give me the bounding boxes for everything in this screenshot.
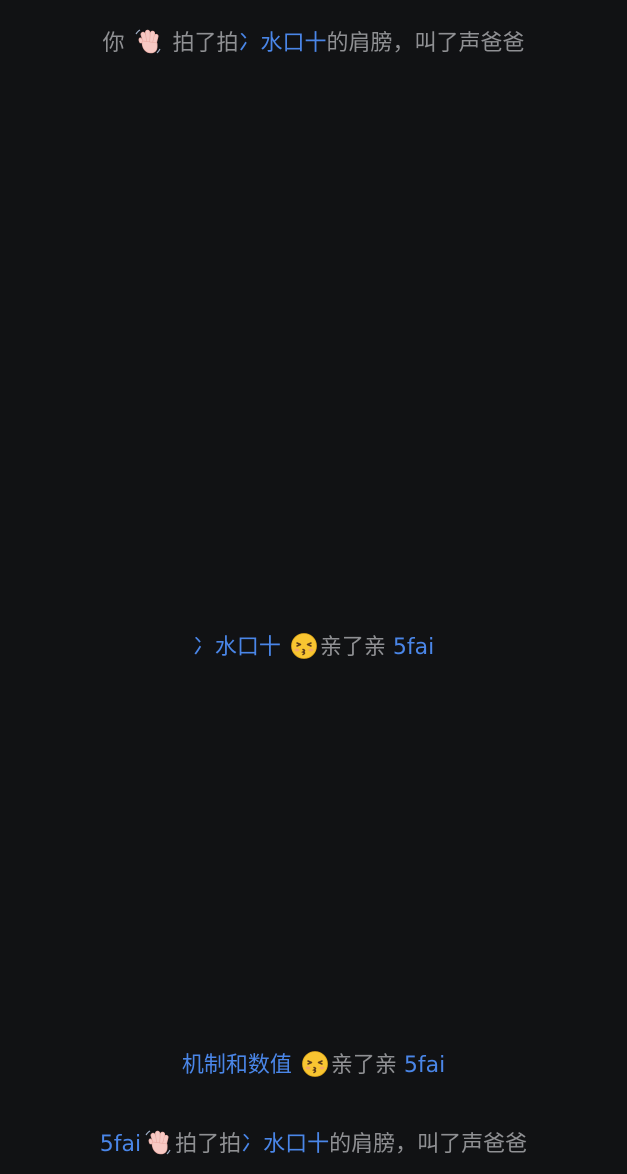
waving-hand-icon	[133, 26, 163, 65]
action-suffix: 的肩膀，叫了声爸爸	[326, 31, 525, 56]
target-user-link[interactable]: 5fai	[393, 635, 434, 660]
actor-user-link[interactable]: 冫水口十	[193, 635, 281, 660]
action-verb: 亲了亲	[330, 1053, 397, 1078]
target-user-link[interactable]: 冫水口十	[241, 1132, 329, 1157]
kissing-face-icon	[290, 632, 318, 669]
action-verb: 拍了拍	[175, 1132, 242, 1157]
action-verb: 亲了亲	[319, 635, 386, 660]
target-user-link[interactable]: 5fai	[404, 1053, 445, 1078]
action-suffix: 的肩膀，叫了声爸爸	[329, 1132, 528, 1157]
system-message: 5fai 拍了拍冫水口十的肩膀，叫了声爸爸	[0, 1127, 627, 1166]
kissing-face-icon	[301, 1050, 329, 1087]
actor-label: 你	[102, 31, 125, 56]
waving-hand-icon	[143, 1127, 173, 1166]
system-message: 冫水口十 亲了亲 5fai	[0, 632, 627, 669]
action-verb: 拍了拍	[172, 31, 239, 56]
target-user-link[interactable]: 冫水口十	[239, 31, 327, 56]
system-message: 机制和数值 亲了亲 5fai	[0, 1050, 627, 1087]
actor-user-link[interactable]: 5fai	[100, 1132, 141, 1157]
system-message: 你 拍了拍冫水口十的肩膀，叫了声爸爸	[0, 26, 627, 65]
actor-user-link[interactable]: 机制和数值	[182, 1053, 292, 1078]
